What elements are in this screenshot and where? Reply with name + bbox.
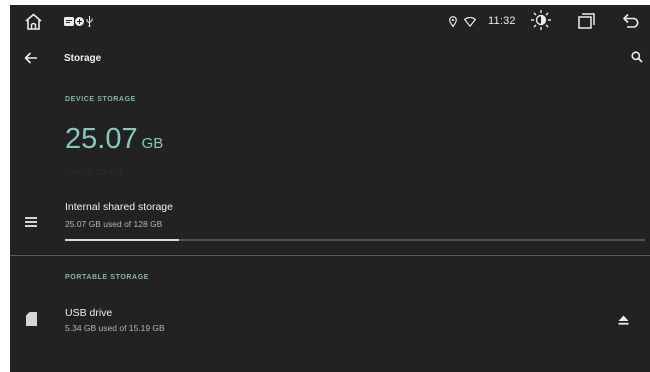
wifi-icon [464,17,476,27]
storage-settings-screen: 11:32 Storage DEVICE STORAGE 25.07 GB Us… [10,5,650,372]
storage-used-summary: 25.07 GB [65,125,163,154]
plus-circle-icon [75,17,84,26]
storage-used-unit: GB [141,135,164,152]
recent-apps-icon[interactable] [578,13,595,29]
arrow-left-icon[interactable] [24,52,38,64]
status-bar: 11:32 [10,5,650,39]
usb-icon [86,16,93,27]
eject-icon[interactable] [618,315,629,325]
storage-used-caption: Used of 128 GB [65,168,122,177]
location-pin-icon [449,16,457,27]
app-bar: Storage [10,39,650,85]
sd-card-icon [26,312,37,326]
search-icon[interactable] [631,51,643,63]
usb-drive-title: USB drive [65,307,113,319]
internal-storage-progress-fill [65,239,179,241]
back-arrow-icon[interactable] [622,13,640,29]
internal-storage-title: Internal shared storage [65,201,173,213]
device-storage-header: DEVICE STORAGE [65,96,136,103]
storage-used-value: 25.07 [65,123,138,155]
internal-storage-subtitle: 25.07 GB used of 128 GB [65,219,163,229]
brightness-icon[interactable] [530,9,552,31]
list-icon [25,217,37,227]
usb-drive-subtitle: 5.34 GB used of 15.19 GB [65,323,165,333]
home-icon[interactable] [24,13,43,31]
message-icon [64,17,74,26]
status-clock: 11:32 [488,15,516,27]
internal-storage-progress [65,239,645,241]
portable-storage-header: PORTABLE STORAGE [65,274,150,281]
section-divider [10,255,650,256]
page-title: Storage [64,53,102,64]
